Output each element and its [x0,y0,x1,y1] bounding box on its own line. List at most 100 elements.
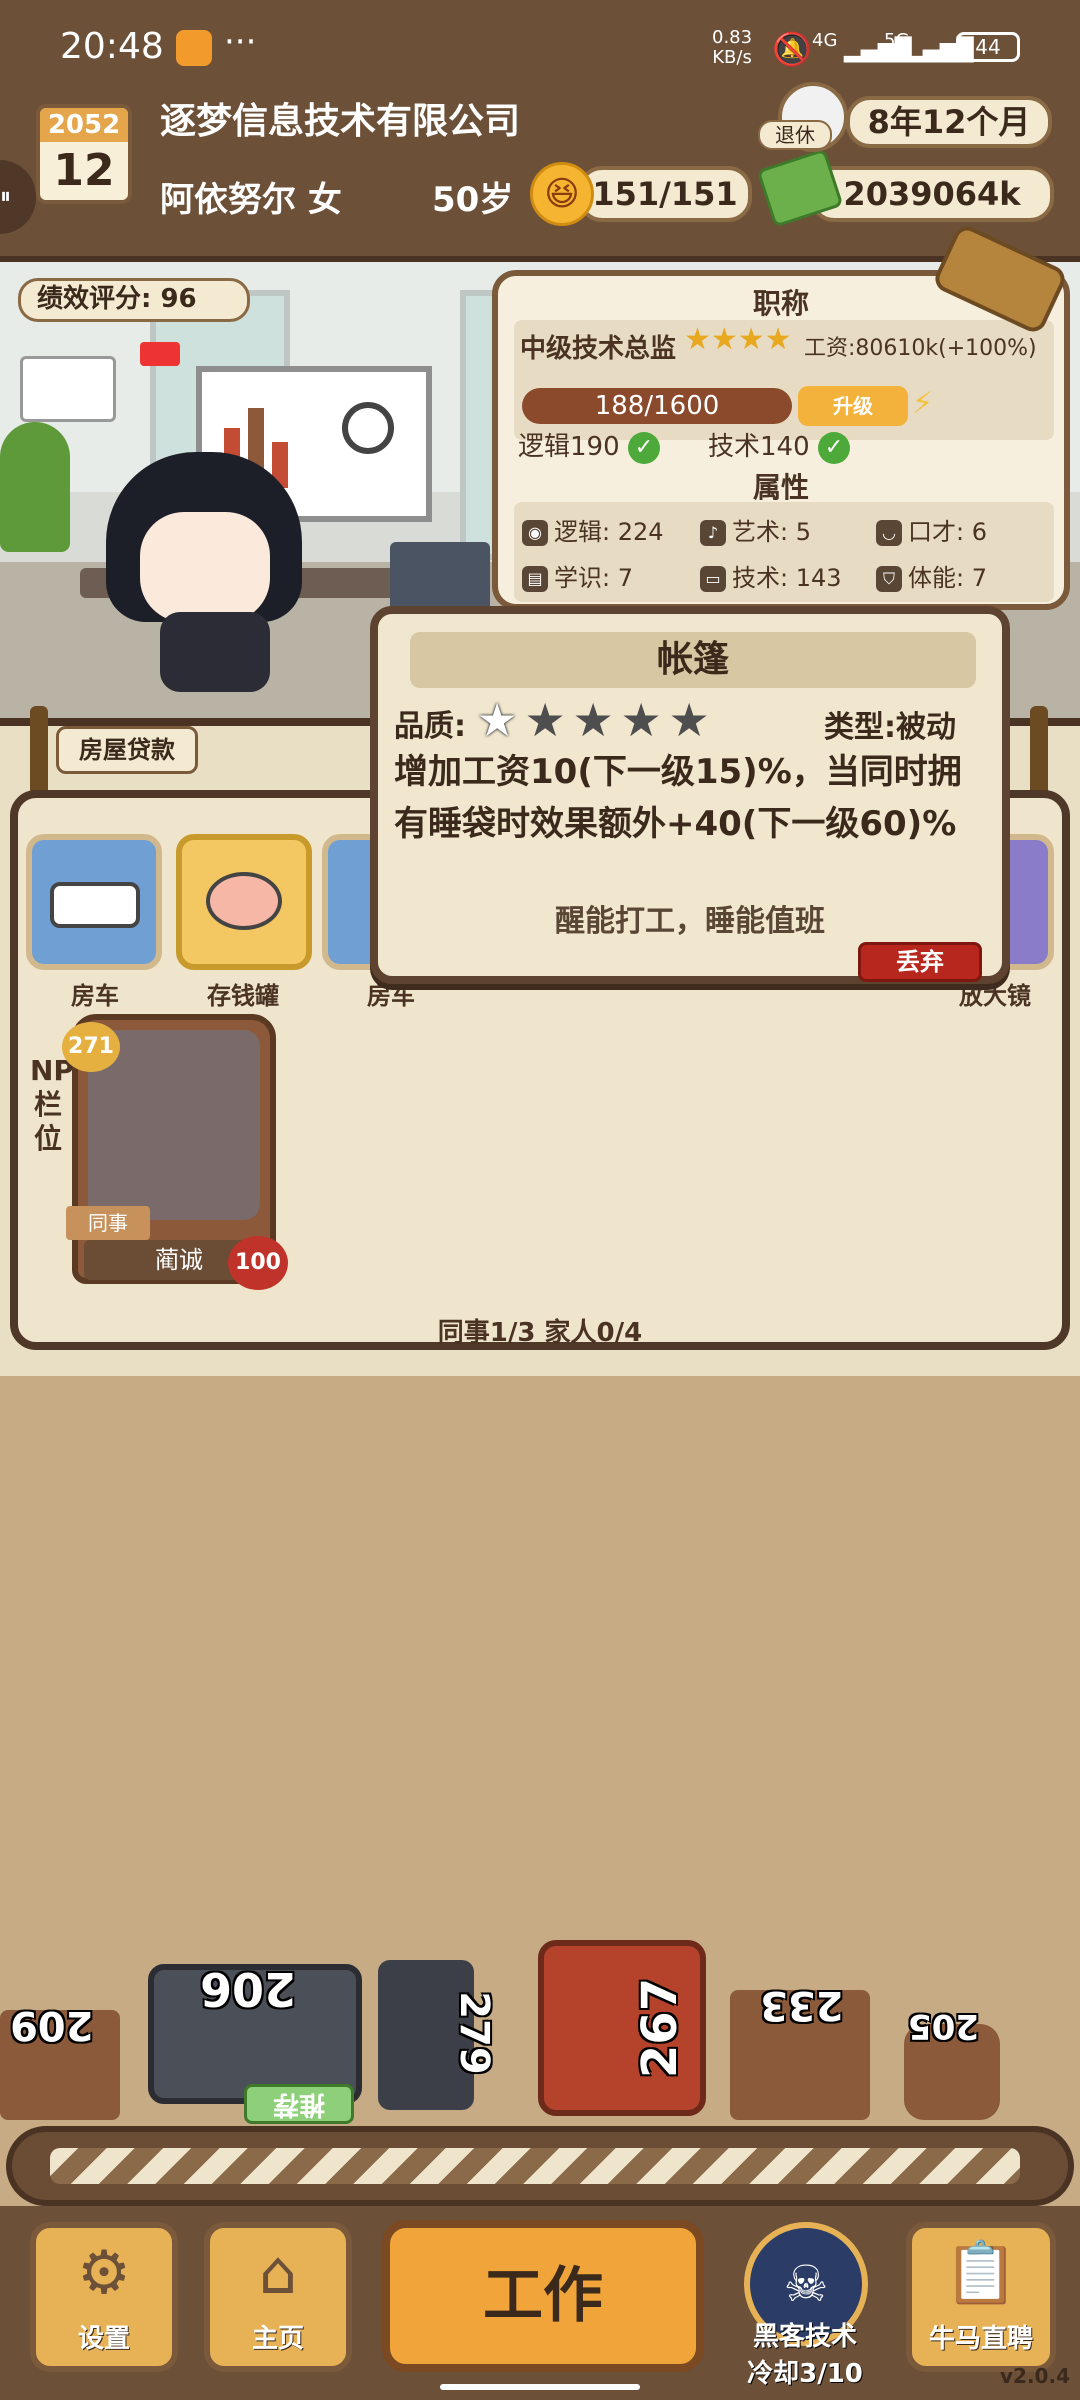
quality-stars: ★ ★ ★ ★ ★ [476,697,716,744]
mute-bell-icon: 🔕 [772,30,812,68]
version-label: v2.0.4 [1000,2364,1070,2388]
house-icon: ⌂ [258,2238,298,2308]
retire-label: 退休 [758,120,832,150]
attr-stamina: ⛉ 体能: 7 [876,558,987,593]
signal-4g: 4G [812,30,838,51]
npc-role-tag: 同事 [66,1206,150,1240]
energy-counter: 151/151 [578,166,752,222]
retire-countdown: 8年12个月 [846,96,1052,148]
npc-counts: 同事1/3 家人0/4 [437,1318,643,1348]
attr-logic: ◉ 逻辑: 224 [522,512,664,547]
battery-indicator: 44 [956,32,1020,62]
belt-value: 267 [632,1977,689,2079]
attr-knowledge-text: 学识: 7 [554,564,633,592]
attributes-box: ◉ 逻辑: 224 ♪ 艺术: 5 ◡ 口才: 6 ▤ 学识: 7 ▭ 技术: 143 ⛉… [514,502,1054,602]
status-more-dots: ··· [224,22,257,62]
computer-monitor [390,542,490,612]
shield-icon: ⛉ [876,566,902,592]
job-title-stars: ★★★★ [684,322,792,357]
quality-label: 品质: [394,709,466,744]
belt-value: 205 [908,2006,979,2046]
hire-button[interactable]: 📋 牛马直聘 [906,2222,1056,2372]
player-age: 50岁 [432,180,514,220]
tooltip-type: 类型:被动 [824,710,956,745]
performance-score: 绩效评分: 96 [18,278,250,322]
mood-face-icon: 😆 [530,162,594,226]
upgrade-button[interactable]: 升级 [798,386,908,426]
attr-art-text: 艺术: 5 [732,518,811,546]
hacker-skill-title: 黑客技术 [752,2322,857,2352]
home-button[interactable]: ⌂ 主页 [204,2222,352,2372]
work-button[interactable]: 工作 [382,2220,704,2372]
app-notification-icon [176,30,212,66]
wall-poster [20,356,116,422]
npc-affinity-heart: 100 [228,1236,288,1290]
network-speed-unit: KB/s [712,47,752,68]
attr-knowledge: ▤ 学识: 7 [522,558,633,593]
check-icon: ✓ [627,431,660,464]
gear-icon: ⚙ [77,2238,131,2308]
attr-art: ♪ 艺术: 5 [700,512,811,547]
discard-button[interactable]: 丢弃 [858,942,982,982]
computer-icon: ▭ [700,566,726,592]
piggy-bank-icon [206,872,282,930]
calendar-month: 12 [53,145,115,196]
hacker-skill-cooldown: 冷却3/10 [747,2359,863,2389]
status-bar: 20:48 ··· 0.83 KB/s 🔕 4G ▂▄▆█ 5G ▂▄▆█ 44 [0,0,1080,96]
lips-icon: ◡ [876,520,902,546]
player-character-body [160,612,270,692]
hire-label: 牛马直聘 [928,2324,1033,2354]
belt-value: 233 [760,1982,844,2028]
job-title-panel: 职称 中级技术总监 ★★★★ 工资:80610k(+100%) 188/1600… [492,270,1070,610]
quality-star-icon: ★ [620,693,662,747]
settings-button[interactable]: ⚙ 设置 [30,2222,178,2372]
tab-house-loan[interactable]: 房屋贷款 [56,726,198,774]
quality-star-icon: ★ [668,693,710,747]
tooltip-flavor-text: 醒能打工，睡能值班 [555,904,825,939]
gesture-bar [440,2384,640,2390]
belt-value: 206 [200,1962,297,2016]
item-label-piggy-bank: 存钱罐 [207,982,279,1010]
conveyor-track [50,2148,1020,2184]
calendar-year: 2052 [40,108,128,142]
tooltip-quality: 品质: ★ ★ ★ ★ ★ [394,697,716,745]
belt-value: 279 [450,1991,497,2075]
requirement-tech: 技术140 ✓ [708,426,850,464]
hacker-skill-label: 黑客技术 冷却3/10 [720,2316,890,2390]
requirement-tech-label: 技术140 [708,432,810,462]
attr-stamina-text: 体能: 7 [908,564,987,592]
npc-slot-label: NPC栏位 [30,1054,95,1155]
music-note-icon: ♪ [700,520,726,546]
clipboard-icon: 📋 [943,2238,1019,2308]
lightning-icon: ⚡ [912,386,934,421]
low-battery-icon [140,342,180,366]
brain-icon: ◉ [522,520,548,546]
network-speed: 0.83 KB/s [712,28,752,68]
item-tooltip: 帐篷 品质: ★ ★ ★ ★ ★ 类型:被动 增加工资10(下一级15)%，当同时拥有睡… [370,606,1010,984]
recommend-tag: 推荐 [244,2084,354,2124]
skull-icon: ☠ [783,2255,829,2313]
attr-tech-text: 技术: 143 [732,564,842,592]
home-label: 主页 [251,2324,304,2354]
player-name-gender: 阿依努尔 女 [160,180,342,220]
requirement-logic-label: 逻辑190 [518,432,620,462]
book-icon: ▤ [522,566,548,592]
attr-tech: ▭ 技术: 143 [700,558,842,593]
belt-value: 209 [10,2002,94,2048]
attr-speech: ◡ 口才: 6 [876,512,987,547]
rv-icon [50,882,140,928]
quality-star-icon: ★ [476,693,518,747]
settings-label: 设置 [77,2324,130,2354]
quality-star-icon: ★ [524,693,566,747]
clock-check-icon [342,402,394,454]
job-title-name: 中级技术总监 [520,334,677,364]
company-name: 逐梦信息技术有限公司 [160,101,521,142]
attr-logic-text: 逻辑: 224 [554,518,664,546]
promotion-progress-bar: 188/1600 [522,388,792,424]
job-salary: 工资:80610k(+100%) [804,336,1037,361]
requirement-logic: 逻辑190 ✓ [518,426,660,464]
status-time: 20:48 [60,26,164,67]
money-counter: 2039064k [810,166,1054,222]
item-label-rv: 房车 [71,982,119,1010]
network-speed-value: 0.83 [712,27,753,48]
